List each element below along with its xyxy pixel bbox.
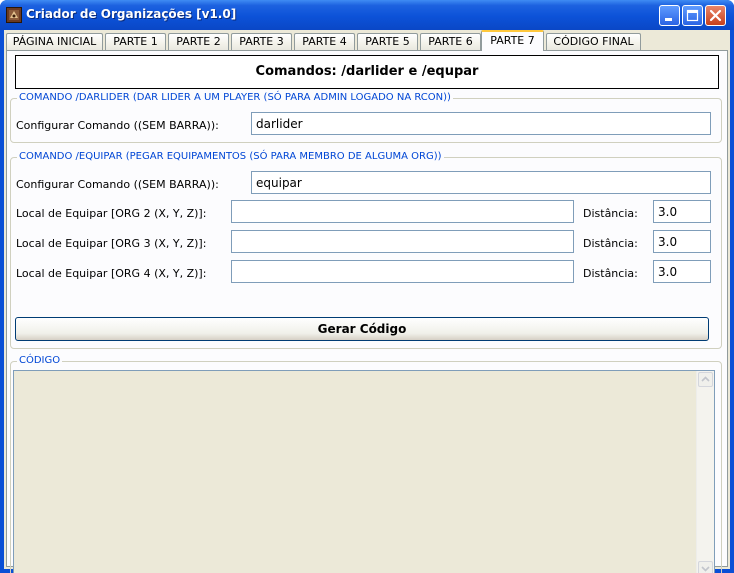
local-org2-input[interactable] (231, 200, 574, 223)
equipar-command-input[interactable] (251, 171, 711, 194)
tab-pagina-inicial[interactable]: PÁGINA INICIAL (6, 33, 103, 50)
scroll-down-button[interactable] (698, 561, 713, 573)
commands-header: Comandos: /darlider e /equpar (15, 55, 719, 89)
organization-app-icon[interactable] (6, 7, 22, 23)
maximize-icon (686, 9, 699, 22)
local-org3-input[interactable] (231, 230, 574, 253)
local-org2-label: Local de Equipar [ORG 2 (X, Y, Z)]: (16, 207, 207, 220)
tab-parte-3[interactable]: PARTE 3 (231, 33, 292, 50)
minimize-button[interactable] (659, 5, 680, 26)
distance-org3-label: Distância: (583, 237, 638, 250)
tab-parte-7[interactable]: PARTE 7 (481, 30, 544, 51)
minimize-icon (665, 18, 672, 21)
tab-parte-2[interactable]: PARTE 2 (168, 33, 229, 50)
distance-org2-label: Distância: (583, 207, 638, 220)
tab-parte-6[interactable]: PARTE 6 (420, 33, 481, 50)
equipar-group-legend: COMANDO /EQUIPAR (PEGAR EQUIPAMENTOS (SÓ… (17, 151, 444, 162)
code-group-legend: CÓDIGO (17, 355, 63, 366)
distance-org4-input[interactable] (653, 260, 711, 283)
scroll-up-arrow-icon (701, 376, 710, 382)
darlider-command-input[interactable] (251, 112, 711, 135)
code-output-textarea[interactable] (13, 370, 715, 573)
scroll-up-button[interactable] (698, 372, 713, 387)
tab-parte-4[interactable]: PARTE 4 (294, 33, 355, 50)
code-vertical-scrollbar[interactable] (696, 371, 714, 573)
distance-org3-input[interactable] (653, 230, 711, 253)
generate-code-button[interactable]: Gerar Código (15, 317, 709, 341)
local-org4-label: Local de Equipar [ORG 4 (X, Y, Z)]: (16, 267, 207, 280)
close-button[interactable] (705, 5, 726, 26)
code-group: CÓDIGO (10, 355, 722, 573)
darlider-group-legend: COMANDO /DARLIDER (DAR LIDER A UM PLAYER… (17, 92, 453, 103)
distance-org2-input[interactable] (653, 200, 711, 223)
local-org4-input[interactable] (231, 260, 574, 283)
darlider-config-label: Configurar Comando ((SEM BARRA)): (16, 119, 219, 132)
close-icon (709, 9, 722, 22)
local-org3-label: Local de Equipar [ORG 3 (X, Y, Z)]: (16, 237, 207, 250)
equipar-config-label: Configurar Comando ((SEM BARRA)): (16, 178, 219, 191)
tab-strip: PÁGINA INICIAL PARTE 1 PARTE 2 PARTE 3 P… (4, 30, 730, 52)
maximize-button[interactable] (682, 5, 703, 26)
tab-parte-5[interactable]: PARTE 5 (357, 33, 418, 50)
distance-org4-label: Distância: (583, 267, 638, 280)
app-window: Criador de Organizações [v1.0] PÁGINA IN… (0, 0, 734, 573)
window-title: Criador de Organizações [v1.0] (26, 7, 237, 21)
client-area: PÁGINA INICIAL PARTE 1 PARTE 2 PARTE 3 P… (4, 30, 730, 573)
tab-codigo-final[interactable]: CÓDIGO FINAL (546, 33, 641, 50)
tab-parte-1[interactable]: PARTE 1 (105, 33, 166, 50)
darlider-group: COMANDO /DARLIDER (DAR LIDER A UM PLAYER… (10, 92, 722, 143)
title-bar[interactable]: Criador de Organizações [v1.0] (0, 0, 734, 30)
scroll-down-arrow-icon (701, 566, 710, 572)
tab-panel-parte-7: Comandos: /darlider e /equpar COMANDO /D… (6, 50, 728, 573)
